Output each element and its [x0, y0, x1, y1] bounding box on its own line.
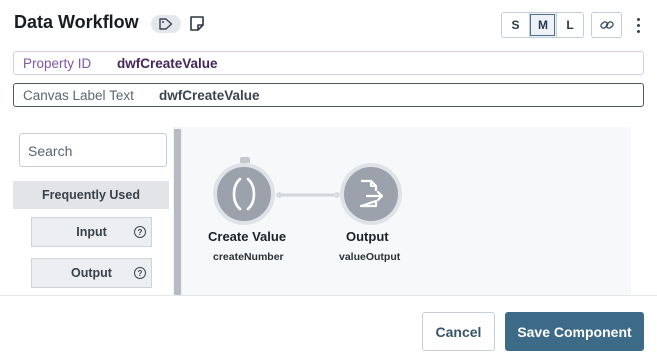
palette-scrollbar-thumb[interactable]: [174, 129, 181, 295]
search-input[interactable]: Search: [19, 133, 167, 167]
tag-icon: [159, 18, 173, 30]
node-output[interactable]: [340, 163, 402, 225]
size-small-button[interactable]: S: [502, 13, 529, 37]
palette-item-label: Input: [76, 225, 107, 239]
palette-item-output[interactable]: Output ?: [31, 258, 152, 288]
node-title: Output: [346, 229, 389, 244]
tag-button[interactable]: [151, 15, 181, 33]
footer-divider: [0, 295, 657, 296]
link-icon: [599, 21, 614, 29]
help-icon[interactable]: ?: [134, 226, 146, 238]
palette-item-label: Output: [71, 266, 112, 280]
note-icon[interactable]: [189, 15, 205, 32]
node-connector: [276, 192, 340, 198]
cancel-button[interactable]: Cancel: [422, 312, 495, 351]
size-toggle-group: S M L: [501, 12, 584, 38]
node-create-value[interactable]: [213, 163, 275, 225]
property-id-label: Property ID: [23, 55, 92, 71]
link-button[interactable]: [591, 12, 622, 38]
property-id-field[interactable]: Property ID dwfCreateValue: [13, 51, 644, 75]
kebab-menu-icon[interactable]: [633, 13, 643, 37]
frequently-used-header[interactable]: Frequently Used: [13, 181, 169, 209]
size-medium-button[interactable]: M: [529, 13, 556, 37]
canvas-label-field[interactable]: Canvas Label Text dwfCreateValue: [13, 83, 644, 107]
canvas-label-label: Canvas Label Text: [23, 87, 134, 103]
size-large-button[interactable]: L: [556, 13, 583, 37]
canvas-label-value: dwfCreateValue: [159, 87, 260, 103]
help-icon[interactable]: ?: [134, 267, 146, 279]
node-subtitle: valueOutput: [339, 251, 401, 263]
palette-item-input[interactable]: Input ?: [31, 217, 152, 247]
node-palette: Search Frequently Used Input ? Output ?: [13, 127, 183, 295]
node-title: Create Value: [208, 229, 287, 244]
node-subtitle: createNumber: [213, 251, 284, 263]
page-title: Data Workflow: [14, 12, 139, 32]
file-export-icon: [359, 179, 384, 208]
workflow-canvas[interactable]: Create Value createNumber Output valueOu…: [184, 127, 631, 295]
property-id-value: dwfCreateValue: [117, 55, 218, 71]
save-component-button[interactable]: Save Component: [505, 312, 644, 351]
parentheses-icon: [232, 177, 256, 211]
